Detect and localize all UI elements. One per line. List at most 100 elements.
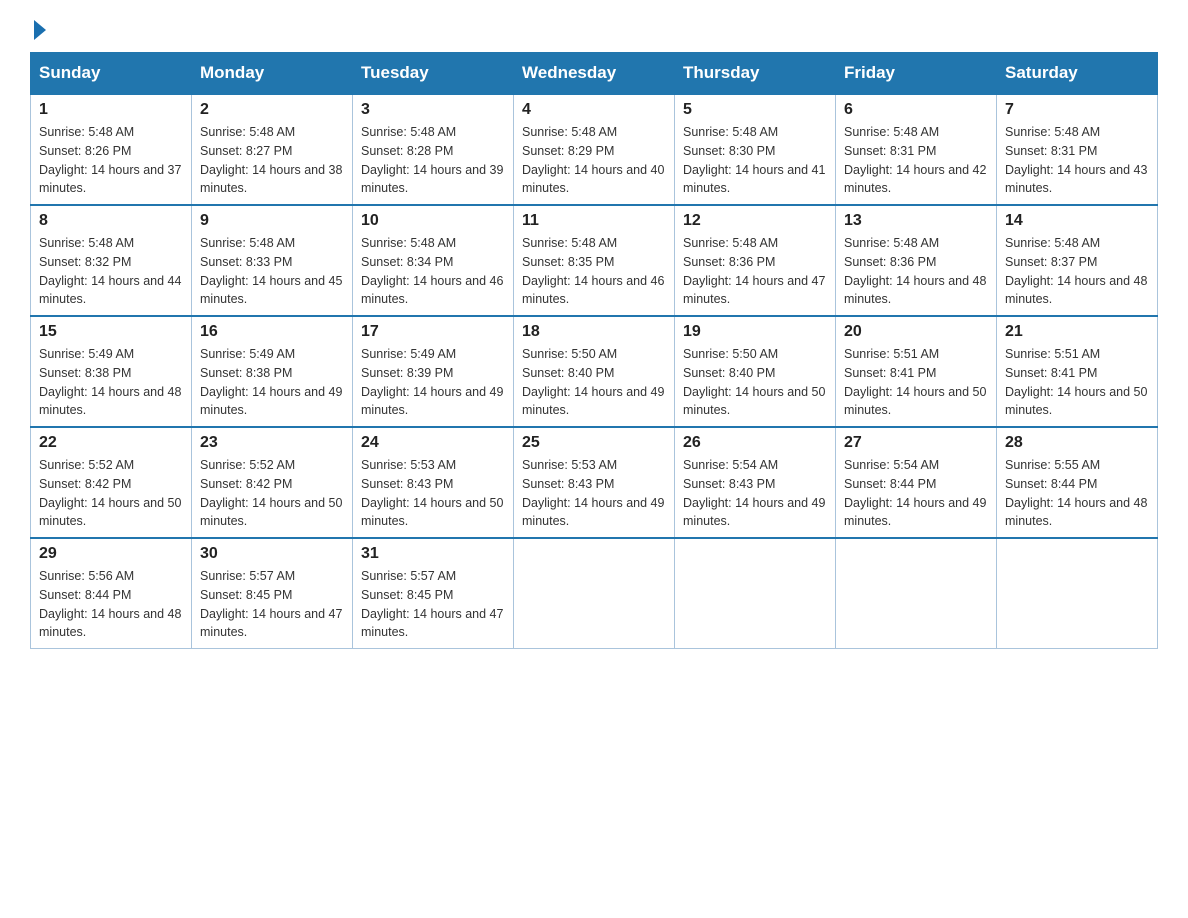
calendar-cell: 7 Sunrise: 5:48 AMSunset: 8:31 PMDayligh… xyxy=(997,94,1158,205)
weekday-header-friday: Friday xyxy=(836,53,997,95)
logo-triangle-icon xyxy=(34,20,46,40)
calendar-cell: 16 Sunrise: 5:49 AMSunset: 8:38 PMDaylig… xyxy=(192,316,353,427)
calendar-cell: 14 Sunrise: 5:48 AMSunset: 8:37 PMDaylig… xyxy=(997,205,1158,316)
calendar-cell: 4 Sunrise: 5:48 AMSunset: 8:29 PMDayligh… xyxy=(514,94,675,205)
week-row-2: 8 Sunrise: 5:48 AMSunset: 8:32 PMDayligh… xyxy=(31,205,1158,316)
day-number: 4 xyxy=(522,101,666,119)
calendar-cell xyxy=(997,538,1158,649)
day-number: 10 xyxy=(361,212,505,230)
calendar-cell xyxy=(514,538,675,649)
calendar-cell: 1 Sunrise: 5:48 AMSunset: 8:26 PMDayligh… xyxy=(31,94,192,205)
week-row-3: 15 Sunrise: 5:49 AMSunset: 8:38 PMDaylig… xyxy=(31,316,1158,427)
day-info: Sunrise: 5:52 AMSunset: 8:42 PMDaylight:… xyxy=(39,458,181,528)
weekday-header-saturday: Saturday xyxy=(997,53,1158,95)
day-info: Sunrise: 5:48 AMSunset: 8:31 PMDaylight:… xyxy=(844,125,986,195)
calendar-cell: 13 Sunrise: 5:48 AMSunset: 8:36 PMDaylig… xyxy=(836,205,997,316)
day-number: 23 xyxy=(200,434,344,452)
page-header xyxy=(30,20,1158,42)
day-number: 31 xyxy=(361,545,505,563)
weekday-header-sunday: Sunday xyxy=(31,53,192,95)
day-number: 27 xyxy=(844,434,988,452)
calendar-table: SundayMondayTuesdayWednesdayThursdayFrid… xyxy=(30,52,1158,649)
day-number: 25 xyxy=(522,434,666,452)
day-info: Sunrise: 5:50 AMSunset: 8:40 PMDaylight:… xyxy=(522,347,664,417)
calendar-cell: 23 Sunrise: 5:52 AMSunset: 8:42 PMDaylig… xyxy=(192,427,353,538)
week-row-4: 22 Sunrise: 5:52 AMSunset: 8:42 PMDaylig… xyxy=(31,427,1158,538)
calendar-cell: 15 Sunrise: 5:49 AMSunset: 8:38 PMDaylig… xyxy=(31,316,192,427)
day-number: 1 xyxy=(39,101,183,119)
day-info: Sunrise: 5:51 AMSunset: 8:41 PMDaylight:… xyxy=(844,347,986,417)
day-info: Sunrise: 5:57 AMSunset: 8:45 PMDaylight:… xyxy=(361,569,503,639)
calendar-cell: 18 Sunrise: 5:50 AMSunset: 8:40 PMDaylig… xyxy=(514,316,675,427)
day-number: 22 xyxy=(39,434,183,452)
day-number: 28 xyxy=(1005,434,1149,452)
day-number: 7 xyxy=(1005,101,1149,119)
day-number: 20 xyxy=(844,323,988,341)
calendar-cell xyxy=(675,538,836,649)
day-info: Sunrise: 5:52 AMSunset: 8:42 PMDaylight:… xyxy=(200,458,342,528)
calendar-cell: 24 Sunrise: 5:53 AMSunset: 8:43 PMDaylig… xyxy=(353,427,514,538)
day-info: Sunrise: 5:48 AMSunset: 8:35 PMDaylight:… xyxy=(522,236,664,306)
day-info: Sunrise: 5:53 AMSunset: 8:43 PMDaylight:… xyxy=(361,458,503,528)
day-info: Sunrise: 5:48 AMSunset: 8:32 PMDaylight:… xyxy=(39,236,181,306)
day-number: 29 xyxy=(39,545,183,563)
calendar-cell: 29 Sunrise: 5:56 AMSunset: 8:44 PMDaylig… xyxy=(31,538,192,649)
calendar-cell: 26 Sunrise: 5:54 AMSunset: 8:43 PMDaylig… xyxy=(675,427,836,538)
calendar-cell: 20 Sunrise: 5:51 AMSunset: 8:41 PMDaylig… xyxy=(836,316,997,427)
day-number: 19 xyxy=(683,323,827,341)
calendar-cell: 22 Sunrise: 5:52 AMSunset: 8:42 PMDaylig… xyxy=(31,427,192,538)
calendar-cell: 10 Sunrise: 5:48 AMSunset: 8:34 PMDaylig… xyxy=(353,205,514,316)
day-number: 26 xyxy=(683,434,827,452)
calendar-cell: 8 Sunrise: 5:48 AMSunset: 8:32 PMDayligh… xyxy=(31,205,192,316)
day-number: 18 xyxy=(522,323,666,341)
day-number: 3 xyxy=(361,101,505,119)
day-number: 15 xyxy=(39,323,183,341)
day-info: Sunrise: 5:48 AMSunset: 8:36 PMDaylight:… xyxy=(844,236,986,306)
day-number: 30 xyxy=(200,545,344,563)
calendar-cell: 19 Sunrise: 5:50 AMSunset: 8:40 PMDaylig… xyxy=(675,316,836,427)
logo xyxy=(30,20,46,42)
day-info: Sunrise: 5:48 AMSunset: 8:31 PMDaylight:… xyxy=(1005,125,1147,195)
weekday-header-row: SundayMondayTuesdayWednesdayThursdayFrid… xyxy=(31,53,1158,95)
day-info: Sunrise: 5:48 AMSunset: 8:36 PMDaylight:… xyxy=(683,236,825,306)
day-info: Sunrise: 5:55 AMSunset: 8:44 PMDaylight:… xyxy=(1005,458,1147,528)
day-number: 9 xyxy=(200,212,344,230)
day-number: 12 xyxy=(683,212,827,230)
day-number: 5 xyxy=(683,101,827,119)
weekday-header-thursday: Thursday xyxy=(675,53,836,95)
calendar-cell: 11 Sunrise: 5:48 AMSunset: 8:35 PMDaylig… xyxy=(514,205,675,316)
day-info: Sunrise: 5:54 AMSunset: 8:43 PMDaylight:… xyxy=(683,458,825,528)
day-info: Sunrise: 5:49 AMSunset: 8:38 PMDaylight:… xyxy=(39,347,181,417)
calendar-cell: 28 Sunrise: 5:55 AMSunset: 8:44 PMDaylig… xyxy=(997,427,1158,538)
day-info: Sunrise: 5:53 AMSunset: 8:43 PMDaylight:… xyxy=(522,458,664,528)
day-info: Sunrise: 5:48 AMSunset: 8:33 PMDaylight:… xyxy=(200,236,342,306)
calendar-cell: 31 Sunrise: 5:57 AMSunset: 8:45 PMDaylig… xyxy=(353,538,514,649)
day-info: Sunrise: 5:57 AMSunset: 8:45 PMDaylight:… xyxy=(200,569,342,639)
day-number: 17 xyxy=(361,323,505,341)
day-info: Sunrise: 5:48 AMSunset: 8:28 PMDaylight:… xyxy=(361,125,503,195)
weekday-header-wednesday: Wednesday xyxy=(514,53,675,95)
calendar-cell: 12 Sunrise: 5:48 AMSunset: 8:36 PMDaylig… xyxy=(675,205,836,316)
day-info: Sunrise: 5:51 AMSunset: 8:41 PMDaylight:… xyxy=(1005,347,1147,417)
day-info: Sunrise: 5:48 AMSunset: 8:37 PMDaylight:… xyxy=(1005,236,1147,306)
calendar-cell: 21 Sunrise: 5:51 AMSunset: 8:41 PMDaylig… xyxy=(997,316,1158,427)
day-number: 14 xyxy=(1005,212,1149,230)
day-info: Sunrise: 5:49 AMSunset: 8:39 PMDaylight:… xyxy=(361,347,503,417)
day-number: 13 xyxy=(844,212,988,230)
calendar-cell: 25 Sunrise: 5:53 AMSunset: 8:43 PMDaylig… xyxy=(514,427,675,538)
day-info: Sunrise: 5:48 AMSunset: 8:34 PMDaylight:… xyxy=(361,236,503,306)
calendar-cell: 2 Sunrise: 5:48 AMSunset: 8:27 PMDayligh… xyxy=(192,94,353,205)
day-info: Sunrise: 5:48 AMSunset: 8:30 PMDaylight:… xyxy=(683,125,825,195)
calendar-cell: 5 Sunrise: 5:48 AMSunset: 8:30 PMDayligh… xyxy=(675,94,836,205)
day-number: 11 xyxy=(522,212,666,230)
day-info: Sunrise: 5:48 AMSunset: 8:26 PMDaylight:… xyxy=(39,125,181,195)
day-info: Sunrise: 5:50 AMSunset: 8:40 PMDaylight:… xyxy=(683,347,825,417)
day-number: 8 xyxy=(39,212,183,230)
calendar-cell: 9 Sunrise: 5:48 AMSunset: 8:33 PMDayligh… xyxy=(192,205,353,316)
day-info: Sunrise: 5:48 AMSunset: 8:29 PMDaylight:… xyxy=(522,125,664,195)
calendar-cell xyxy=(836,538,997,649)
day-number: 6 xyxy=(844,101,988,119)
weekday-header-tuesday: Tuesday xyxy=(353,53,514,95)
calendar-cell: 3 Sunrise: 5:48 AMSunset: 8:28 PMDayligh… xyxy=(353,94,514,205)
day-number: 21 xyxy=(1005,323,1149,341)
